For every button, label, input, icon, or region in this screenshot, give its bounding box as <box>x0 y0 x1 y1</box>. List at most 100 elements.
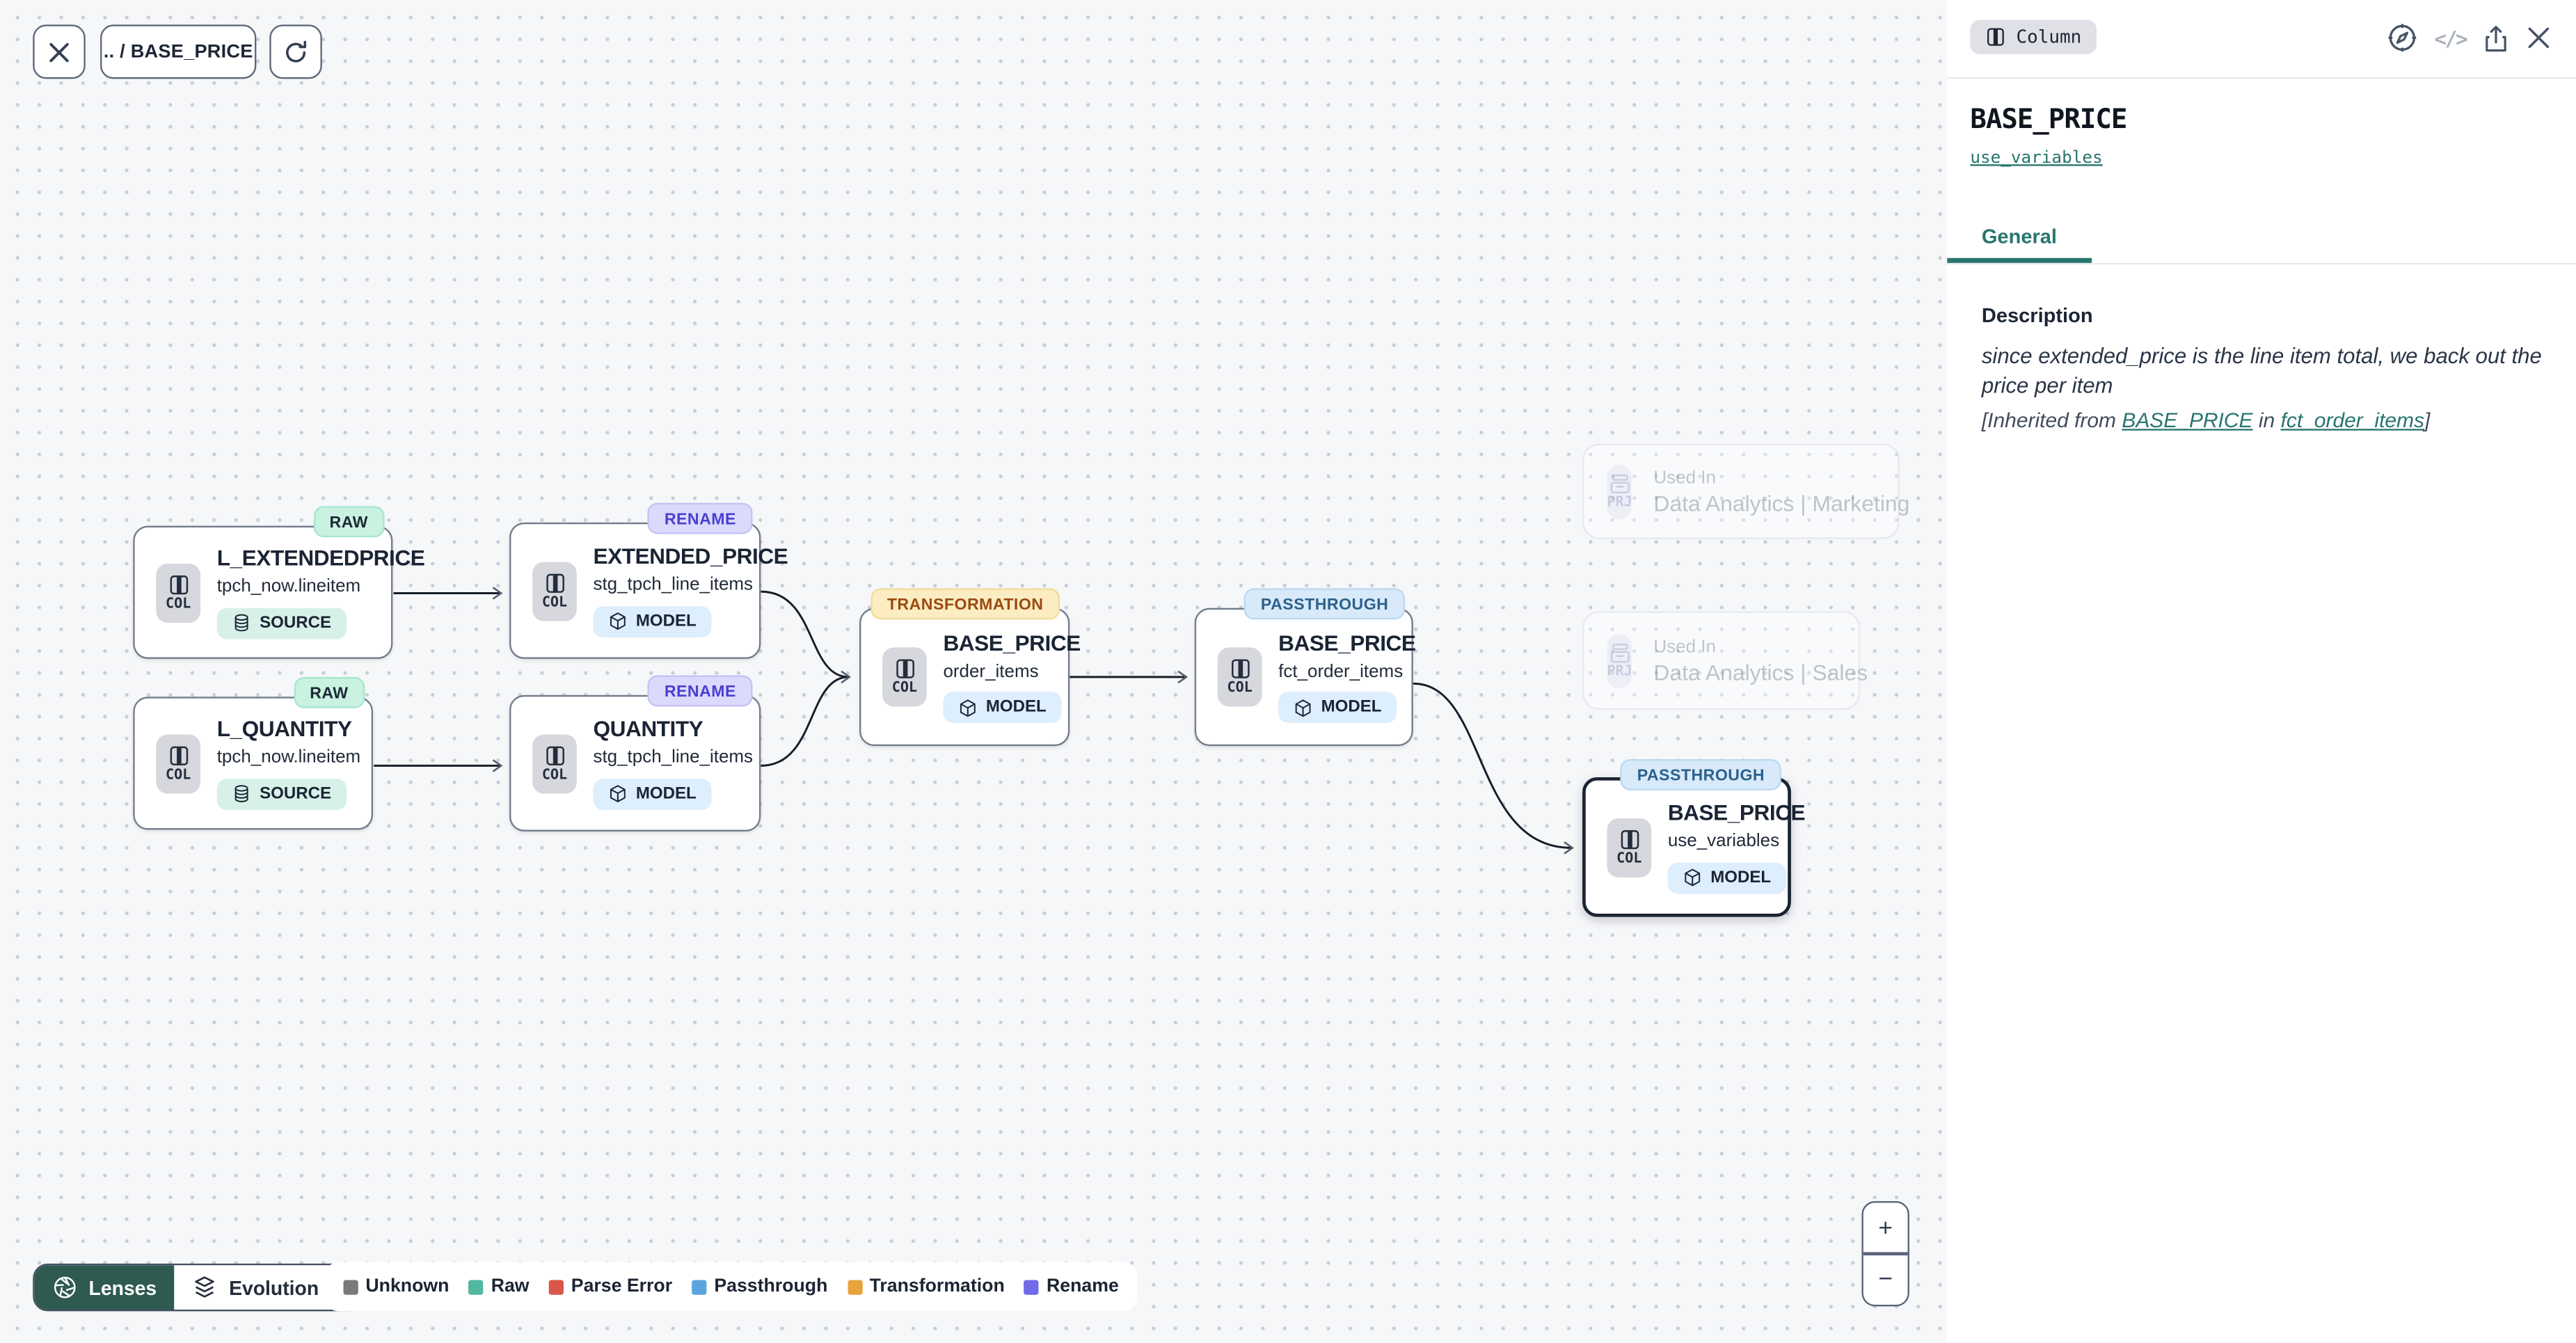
node-base-price-order-items[interactable]: TRANSFORMATION COL BASE_PRICE order_item… <box>859 608 1070 746</box>
breadcrumb[interactable]: .. / BASE_PRICE <box>100 24 256 79</box>
lenses-control-group: Lenses Evolution <box>33 1264 366 1311</box>
column-chip: COL <box>1607 818 1651 877</box>
used-in-title: Data Analytics | Sales <box>1653 660 1868 684</box>
column-chip: COL <box>532 561 577 620</box>
node-title: L_QUANTITY <box>217 717 352 742</box>
node-subtitle: tpch_now.lineitem <box>217 748 361 768</box>
cube-icon <box>1683 868 1702 887</box>
zoom-controls: + − <box>1861 1201 1909 1306</box>
node-subtitle: stg_tpch_line_items <box>593 575 753 595</box>
column-icon <box>167 744 190 767</box>
legend-item: Parse Error <box>549 1277 672 1296</box>
project-chip: PRJ <box>1607 633 1632 688</box>
code-icon[interactable]: </> <box>2434 26 2466 50</box>
legend-swatch-passthrough <box>692 1279 706 1294</box>
inherited-model-link[interactable]: fct_order_items <box>2281 409 2424 432</box>
model-badge: MODEL <box>1668 862 1786 893</box>
aperture-icon <box>53 1275 77 1299</box>
lens-badge: RAW <box>313 506 385 537</box>
refresh-icon <box>283 38 309 65</box>
node-subtitle: use_variables <box>1668 832 1779 851</box>
node-title: L_EXTENDEDPRICE <box>217 546 425 571</box>
used-in-title: Data Analytics | Marketing <box>1653 491 1909 515</box>
column-icon <box>1228 658 1251 681</box>
inherited-from-line: [Inherited from BASE_PRICE in fct_order_… <box>1982 409 2542 432</box>
node-subtitle: stg_tpch_line_items <box>593 748 753 768</box>
lens-badge: RAW <box>294 677 365 708</box>
legend-swatch-raw <box>469 1279 484 1294</box>
database-icon <box>232 613 251 633</box>
description-heading: Description <box>1982 304 2093 327</box>
legend-swatch-transformation <box>848 1279 862 1294</box>
legend-item: Rename <box>1024 1277 1119 1296</box>
cube-icon <box>1293 698 1312 717</box>
legend-swatch-rename <box>1024 1279 1039 1294</box>
model-badge: MODEL <box>593 606 711 637</box>
node-quantity[interactable]: RENAME COL QUANTITY stg_tpch_line_items … <box>509 695 761 832</box>
column-icon <box>1618 828 1641 851</box>
panel-header: Column </> <box>1947 0 2576 79</box>
column-icon <box>543 744 566 767</box>
column-chip: COL <box>882 647 927 706</box>
lenses-button-label: Lenses <box>89 1276 157 1299</box>
project-icon <box>1608 472 1631 494</box>
column-icon <box>1985 26 2007 48</box>
share-icon[interactable] <box>2481 22 2511 54</box>
model-badge: MODEL <box>593 779 711 810</box>
project-icon <box>1608 642 1631 664</box>
used-in-node-marketing[interactable]: PRJ Used In Data Analytics | Marketing <box>1582 444 1900 539</box>
legend-swatch-unknown <box>344 1279 358 1294</box>
node-l-quantity[interactable]: RAW COL L_QUANTITY tpch_now.lineitem SOU… <box>133 697 373 829</box>
layers-icon <box>193 1275 217 1299</box>
project-chip: PRJ <box>1607 464 1632 518</box>
breadcrumb-label: .. / BASE_PRICE <box>104 42 253 61</box>
lens-badge: TRANSFORMATION <box>870 588 1060 619</box>
panel-tabs: General <box>1947 215 2576 264</box>
tab-general[interactable]: General <box>1947 215 2091 262</box>
column-icon <box>167 573 190 596</box>
refresh-button[interactable] <box>269 24 322 79</box>
column-chip: COL <box>156 733 200 793</box>
column-icon <box>893 658 916 681</box>
lenses-button[interactable]: Lenses <box>35 1265 175 1310</box>
legend-item: Transformation <box>848 1277 1005 1296</box>
node-base-price-fct-order-items[interactable]: PASSTHROUGH COL BASE_PRICE fct_order_ite… <box>1195 608 1413 746</box>
close-panel-icon[interactable] <box>2525 24 2552 51</box>
node-subtitle: fct_order_items <box>1278 662 1403 681</box>
column-chip: COL <box>532 733 577 793</box>
detail-panel: Column </> BASE_PRICE use_variables Gene… <box>1947 0 2576 1343</box>
lens-badge: PASSTHROUGH <box>1621 759 1781 790</box>
source-badge: SOURCE <box>217 607 347 639</box>
used-in-node-sales[interactable]: PRJ Used In Data Analytics | Sales <box>1582 611 1860 710</box>
node-extended-price[interactable]: RENAME COL EXTENDED_PRICE stg_tpch_line_… <box>509 523 761 659</box>
close-lineage-button[interactable] <box>33 24 86 79</box>
node-base-price-use-variables[interactable]: PASSTHROUGH COL BASE_PRICE use_variables… <box>1582 777 1791 917</box>
lens-badge: RENAME <box>648 503 752 534</box>
lens-mode-label: Evolution <box>229 1276 319 1299</box>
source-badge: SOURCE <box>217 779 347 810</box>
zoom-out-button[interactable]: − <box>1863 1255 1908 1305</box>
x-icon <box>47 40 70 63</box>
cube-icon <box>608 784 628 804</box>
kind-badge: Column <box>1970 19 2096 54</box>
inherited-column-link[interactable]: BASE_PRICE <box>2122 409 2252 432</box>
compass-icon[interactable] <box>2387 22 2419 54</box>
legend-swatch-parse-error <box>549 1279 564 1294</box>
node-l-extendedprice[interactable]: RAW COL L_EXTENDEDPRICE tpch_now.lineite… <box>133 526 392 659</box>
node-title: QUANTITY <box>593 717 703 742</box>
legend-item: Passthrough <box>692 1277 827 1296</box>
model-badge: MODEL <box>943 692 1061 724</box>
used-in-label: Used In <box>1653 468 1716 487</box>
lens-badge: RENAME <box>648 676 752 707</box>
model-link[interactable]: use_variables <box>1970 148 2102 168</box>
model-badge: MODEL <box>1278 692 1397 724</box>
zoom-in-button[interactable]: + <box>1863 1203 1908 1253</box>
app-window: .. / BASE_PRICE RAW COL L_EXTENDEDPRICE <box>0 0 2576 1343</box>
node-subtitle: tpch_now.lineitem <box>217 577 361 596</box>
node-title: BASE_PRICE <box>1668 801 1805 826</box>
lineage-canvas[interactable]: .. / BASE_PRICE RAW COL L_EXTENDEDPRICE <box>0 0 1947 1343</box>
lens-badge: PASSTHROUGH <box>1244 588 1405 619</box>
cube-icon <box>608 612 628 631</box>
node-title: EXTENDED_PRICE <box>593 544 788 569</box>
database-icon <box>232 784 251 804</box>
